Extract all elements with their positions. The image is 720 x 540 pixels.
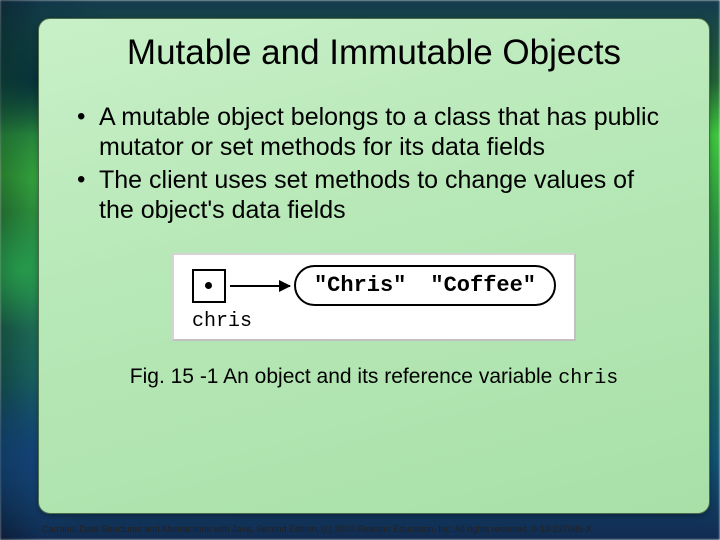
object-field: "Coffee"	[430, 273, 536, 298]
object-field: "Chris"	[314, 273, 406, 298]
diagram-row: "Chris" "Coffee"	[192, 265, 556, 306]
arrow-head-icon	[279, 280, 291, 292]
slide-footer: Carrano, Data Structures and Abstraction…	[42, 524, 706, 534]
footer-copyright: Carrano, Data Structures and Abstraction…	[42, 524, 592, 534]
slide-title: Mutable and Immutable Objects	[67, 33, 681, 73]
caption-text: Fig. 15 -1 An object and its reference v…	[130, 365, 558, 388]
variable-label: chris	[192, 310, 252, 333]
bullet-item: A mutable object belongs to a class that…	[75, 103, 671, 162]
caption-variable: chris	[558, 367, 618, 390]
reference-box	[192, 269, 226, 303]
reference-dot-icon	[205, 282, 212, 289]
object-box: "Chris" "Coffee"	[294, 265, 556, 306]
arrow-icon	[230, 285, 290, 287]
figure-caption: Fig. 15 -1 An object and its reference v…	[67, 365, 681, 390]
reference-diagram: "Chris" "Coffee" chris	[172, 253, 576, 341]
diagram-container: "Chris" "Coffee" chris	[67, 253, 681, 341]
bullet-list: A mutable object belongs to a class that…	[75, 103, 671, 229]
bullet-item: The client uses set methods to change va…	[75, 166, 671, 225]
slide-card: Mutable and Immutable Objects A mutable …	[38, 18, 710, 514]
